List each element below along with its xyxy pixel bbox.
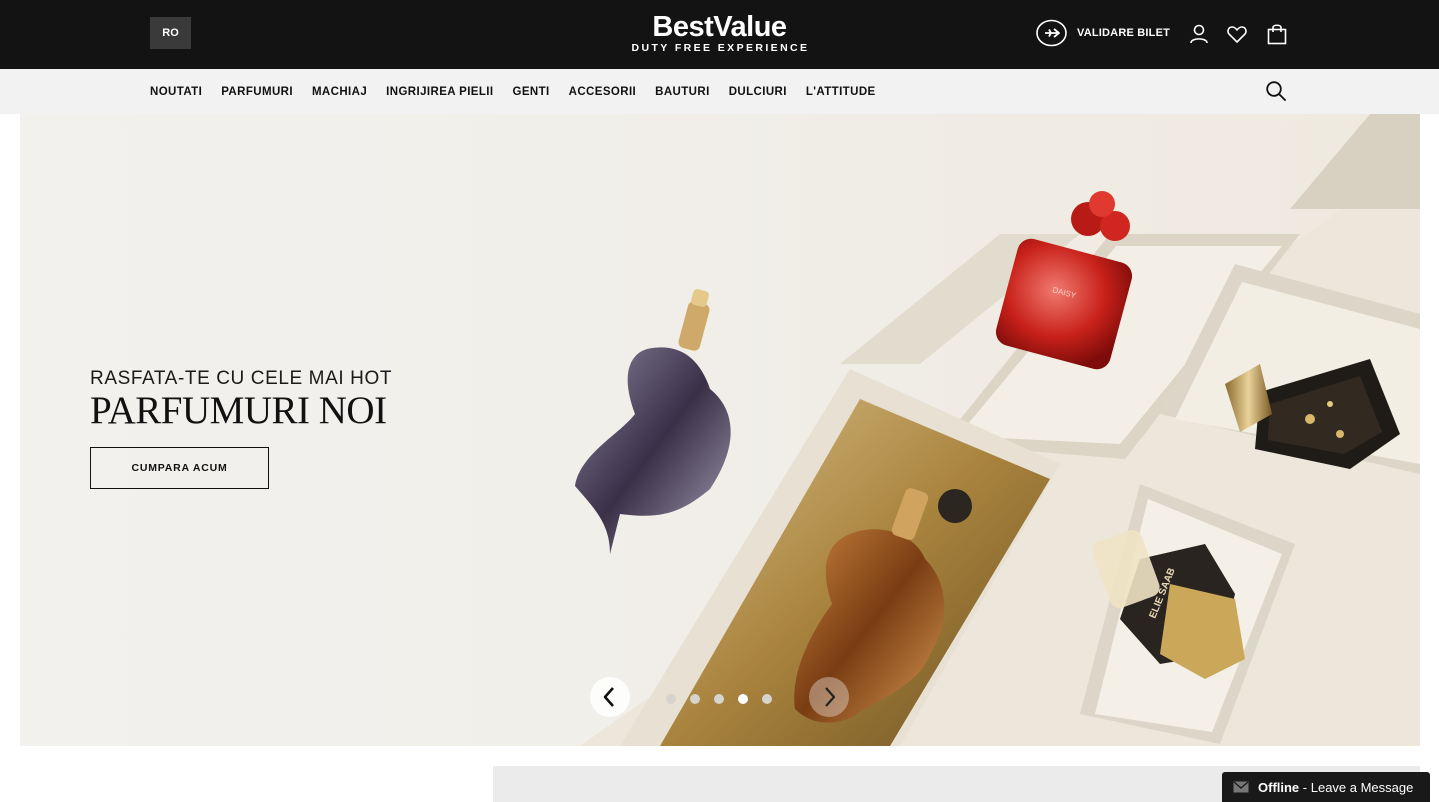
nav-item-genti[interactable]: GENTI xyxy=(513,86,550,98)
validare-bilet-label: VALIDARE BILET xyxy=(1077,27,1171,39)
nav-item-machiaj[interactable]: MACHIAJ xyxy=(312,86,367,98)
heart-icon[interactable] xyxy=(1226,22,1248,46)
chat-status: Offline xyxy=(1258,779,1300,795)
search-icon[interactable] xyxy=(1265,80,1287,102)
nav-item-lattitude[interactable]: L'ATTITUDE xyxy=(806,86,876,98)
hero-banner[interactable]: DAISY ELIE SAAB RASFATA-TE CU CELE MAI H… xyxy=(20,114,1420,746)
carousel-dot-1[interactable] xyxy=(666,694,676,704)
top-bar: RO BestValue DUTY FREE EXPERIENCE VALIDA… xyxy=(0,0,1439,69)
carousel-next-button[interactable] xyxy=(809,677,849,717)
nav-item-bauturi[interactable]: BAUTURI xyxy=(655,86,710,98)
carousel-dots xyxy=(666,694,786,704)
nav-item-ingrijirea-pielii[interactable]: INGRIJIREA PIELII xyxy=(386,86,493,98)
logo[interactable]: BestValue DUTY FREE EXPERIENCE xyxy=(0,12,1439,54)
airplane-icon xyxy=(1036,19,1067,47)
hero-eyebrow-text: RASFATA-TE CU CELE MAI HOT xyxy=(90,368,393,389)
live-chat-widget[interactable]: Offline - Leave a Message xyxy=(1222,772,1430,802)
carousel-prev-button[interactable] xyxy=(590,677,630,717)
main-navigation: NOUTATI PARFUMURI MACHIAJ INGRIJIREA PIE… xyxy=(0,69,1439,114)
logo-tagline: DUTY FREE EXPERIENCE xyxy=(631,42,810,54)
chat-separator: - xyxy=(1299,779,1311,795)
nav-item-accesorii[interactable]: ACCESORII xyxy=(569,86,637,98)
language-switcher[interactable]: RO xyxy=(150,17,191,49)
nav-item-noutati[interactable]: NOUTATI xyxy=(150,86,202,98)
shop-now-button[interactable]: CUMPARA ACUM xyxy=(90,447,269,489)
validare-bilet-button[interactable]: VALIDARE BILET xyxy=(1036,19,1170,47)
shopping-bag-icon[interactable] xyxy=(1266,22,1288,46)
nav-item-parfumuri[interactable]: PARFUMURI xyxy=(221,86,293,98)
user-icon[interactable] xyxy=(1188,22,1210,46)
chevron-left-icon xyxy=(603,687,614,707)
hero-title: PARFUMURI NOI xyxy=(90,389,387,432)
carousel-dot-3[interactable] xyxy=(714,694,724,704)
nav-item-dulciuri[interactable]: DULCIURI xyxy=(729,86,787,98)
logo-text: BestValue xyxy=(652,11,787,43)
carousel-dot-5[interactable] xyxy=(762,694,772,704)
carousel-dot-4[interactable] xyxy=(738,694,748,704)
chevron-right-icon xyxy=(825,687,836,707)
chat-message: Leave a Message xyxy=(1310,779,1414,795)
carousel-dot-2[interactable] xyxy=(690,694,700,704)
envelope-icon xyxy=(1233,781,1249,793)
